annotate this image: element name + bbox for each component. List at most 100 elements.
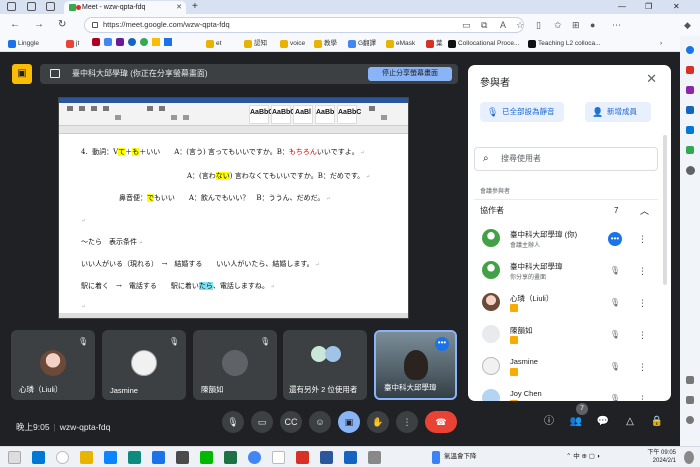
close-tab-icon[interactable]: ✕ bbox=[176, 1, 182, 14]
widgets-icon[interactable] bbox=[8, 451, 21, 464]
mic-off-icon[interactable]: 🎙︎ bbox=[608, 264, 622, 278]
presentation-icon[interactable]: ▣ bbox=[12, 64, 32, 84]
camera-permission-icon[interactable]: ▭ bbox=[462, 19, 471, 31]
mic-off-icon[interactable]: 🎙︎ bbox=[608, 360, 622, 374]
minimize-button[interactable]: — bbox=[618, 0, 626, 14]
row-menu-icon[interactable]: ⋮ bbox=[638, 296, 647, 310]
tab-actions-icon[interactable] bbox=[46, 2, 55, 11]
microphone-button[interactable]: 🎙︎ bbox=[222, 411, 244, 433]
url-field[interactable]: https://meet.google.com/wzw-qpta-fdq bbox=[84, 17, 524, 33]
mail-icon[interactable] bbox=[104, 451, 117, 464]
sidebar-settings-icon[interactable] bbox=[686, 376, 694, 384]
bookmark-google-translate[interactable]: G翻譯 bbox=[348, 38, 376, 50]
pdf-icon[interactable] bbox=[296, 451, 309, 464]
back-button[interactable]: ← bbox=[10, 18, 20, 32]
window-icon[interactable]: ⧉ bbox=[481, 19, 487, 31]
favorite-star-icon[interactable]: ☆ bbox=[516, 19, 524, 31]
excel-icon[interactable] bbox=[224, 451, 237, 464]
tray-icons[interactable]: ⌃ 中 ⊕ ▢ ◗ bbox=[566, 450, 601, 460]
file-explorer-icon[interactable] bbox=[80, 451, 93, 464]
activities-icon[interactable]: △ bbox=[622, 414, 638, 430]
weather-text[interactable]: 氣溫會下降 bbox=[444, 450, 477, 460]
participant-tile[interactable]: 🎙︎ Jasmine bbox=[102, 330, 186, 400]
bookmark-icon[interactable] bbox=[92, 38, 176, 51]
more-dots-icon[interactable]: ••• bbox=[608, 232, 622, 246]
split-screen-icon[interactable]: ▯ bbox=[536, 19, 541, 31]
shopping-icon[interactable] bbox=[686, 66, 694, 74]
outlook-icon[interactable] bbox=[686, 126, 694, 134]
close-window-button[interactable]: ✕ bbox=[673, 0, 680, 14]
row-menu-icon[interactable]: ⋮ bbox=[638, 232, 647, 246]
more-participants-tile[interactable]: 還有另外 2 位使用者 bbox=[283, 330, 367, 400]
close-panel-icon[interactable]: ✕ bbox=[646, 71, 657, 87]
row-menu-icon[interactable]: ⋮ bbox=[638, 392, 647, 401]
host-controls-icon[interactable]: 🔒 bbox=[649, 414, 665, 430]
add-sidebar-icon[interactable] bbox=[686, 166, 695, 175]
meeting-details-icon[interactable]: ⓘ bbox=[541, 414, 557, 430]
new-tab-button[interactable]: + bbox=[192, 0, 198, 13]
app-icon[interactable] bbox=[176, 451, 189, 464]
emoji-button[interactable]: ☺ bbox=[309, 411, 331, 433]
copilot-icon[interactable]: ◆ bbox=[684, 19, 691, 31]
windows-start-icon[interactable] bbox=[32, 451, 45, 464]
app-icon[interactable] bbox=[344, 451, 357, 464]
mic-off-icon[interactable]: 🎙︎ bbox=[608, 392, 622, 401]
workspaces-icon[interactable] bbox=[27, 2, 36, 11]
forward-button[interactable]: → bbox=[34, 18, 44, 32]
chrome-icon[interactable] bbox=[248, 451, 261, 464]
search-taskbar-icon[interactable] bbox=[56, 451, 69, 464]
people-icon[interactable]: 👥 bbox=[568, 414, 584, 430]
search-people-input[interactable]: ⌕ 搜尋使用者 bbox=[474, 147, 658, 171]
tile-options-icon[interactable]: ••• bbox=[435, 337, 449, 351]
more-bookmarks-icon[interactable]: › bbox=[660, 38, 662, 50]
collaborators-group-header[interactable]: 協作者 7 ︿ bbox=[474, 199, 658, 221]
row-menu-icon[interactable]: ⋮ bbox=[638, 328, 647, 342]
app-icon[interactable] bbox=[368, 451, 381, 464]
stop-sharing-button[interactable]: 停止分享螢幕畫面 bbox=[368, 67, 452, 81]
participant-row[interactable]: 臺中科大邱學瑋 (你) 會議主辦人 ••• ⋮ bbox=[474, 223, 658, 255]
word-icon[interactable] bbox=[320, 451, 333, 464]
mic-off-icon[interactable]: 🎙︎ bbox=[608, 328, 622, 342]
camera-button[interactable]: ▭ bbox=[251, 411, 273, 433]
captions-button[interactable]: CC bbox=[280, 411, 302, 433]
row-menu-icon[interactable]: ⋮ bbox=[638, 264, 647, 278]
tools-icon[interactable] bbox=[686, 86, 694, 94]
bookmark-jt[interactable]: jt bbox=[66, 38, 79, 50]
leave-call-button[interactable]: ☎ bbox=[425, 411, 457, 433]
bookmark-linggle[interactable]: Linggle bbox=[8, 38, 39, 50]
browser-tab-meet[interactable]: Meet - wzw-qpta-fdq ✕ bbox=[64, 1, 186, 14]
mic-off-icon[interactable]: 🎙︎ bbox=[608, 296, 622, 310]
hide-sidebar-icon[interactable] bbox=[686, 396, 694, 404]
participant-row[interactable]: Jasmine 🎙︎ ⋮ bbox=[474, 351, 658, 383]
participant-row[interactable]: Joy Chen 🎙︎ ⋮ bbox=[474, 383, 658, 401]
profile-icon[interactable] bbox=[7, 2, 16, 11]
menu-icon[interactable]: ⋯ bbox=[612, 19, 621, 31]
chat-icon[interactable]: 💬 bbox=[595, 414, 611, 430]
participant-row[interactable]: 臺中科大邱學瑋 你分享的畫面 🎙︎ ⋮ bbox=[474, 255, 658, 287]
raise-hand-button[interactable]: ✋ bbox=[367, 411, 389, 433]
bookmark-leaf[interactable]: 葉 bbox=[426, 38, 443, 50]
participant-row[interactable]: 心璘（Liuli） 🎙︎ ⋮ bbox=[474, 287, 658, 319]
bookmark-emask[interactable]: eMask bbox=[386, 38, 415, 50]
more-options-button[interactable]: ⋮ bbox=[396, 411, 418, 433]
meet-app-icon[interactable] bbox=[152, 451, 165, 464]
edge-icon[interactable] bbox=[128, 451, 141, 464]
read-aloud-icon[interactable]: A bbox=[500, 19, 506, 31]
maximize-button[interactable]: ❐ bbox=[645, 0, 652, 14]
notepad-icon[interactable] bbox=[272, 451, 285, 464]
games-icon[interactable] bbox=[686, 106, 694, 114]
participant-tile[interactable]: 🎙︎ 陳韻如 bbox=[193, 330, 277, 400]
panel-scrollbar[interactable] bbox=[663, 135, 667, 285]
self-video-tile[interactable]: ••• 臺中科大邱學瑋 bbox=[374, 330, 457, 400]
gear-icon[interactable] bbox=[686, 416, 694, 424]
participant-tile[interactable]: 🎙︎ 心璘（Liuli） bbox=[11, 330, 95, 400]
notifications-icon[interactable] bbox=[684, 451, 694, 464]
bookmark-et[interactable]: et bbox=[206, 38, 221, 50]
bookmark-voice[interactable]: voice bbox=[280, 38, 305, 50]
row-menu-icon[interactable]: ⋮ bbox=[638, 360, 647, 374]
participant-row[interactable]: 陳韻如 🎙︎ ⋮ bbox=[474, 319, 658, 351]
search-sidebar-icon[interactable] bbox=[686, 46, 694, 54]
line-icon[interactable] bbox=[200, 451, 213, 464]
bookmark-collocational[interactable]: Collocational Proce... bbox=[448, 38, 519, 50]
apps-icon[interactable] bbox=[686, 146, 694, 154]
